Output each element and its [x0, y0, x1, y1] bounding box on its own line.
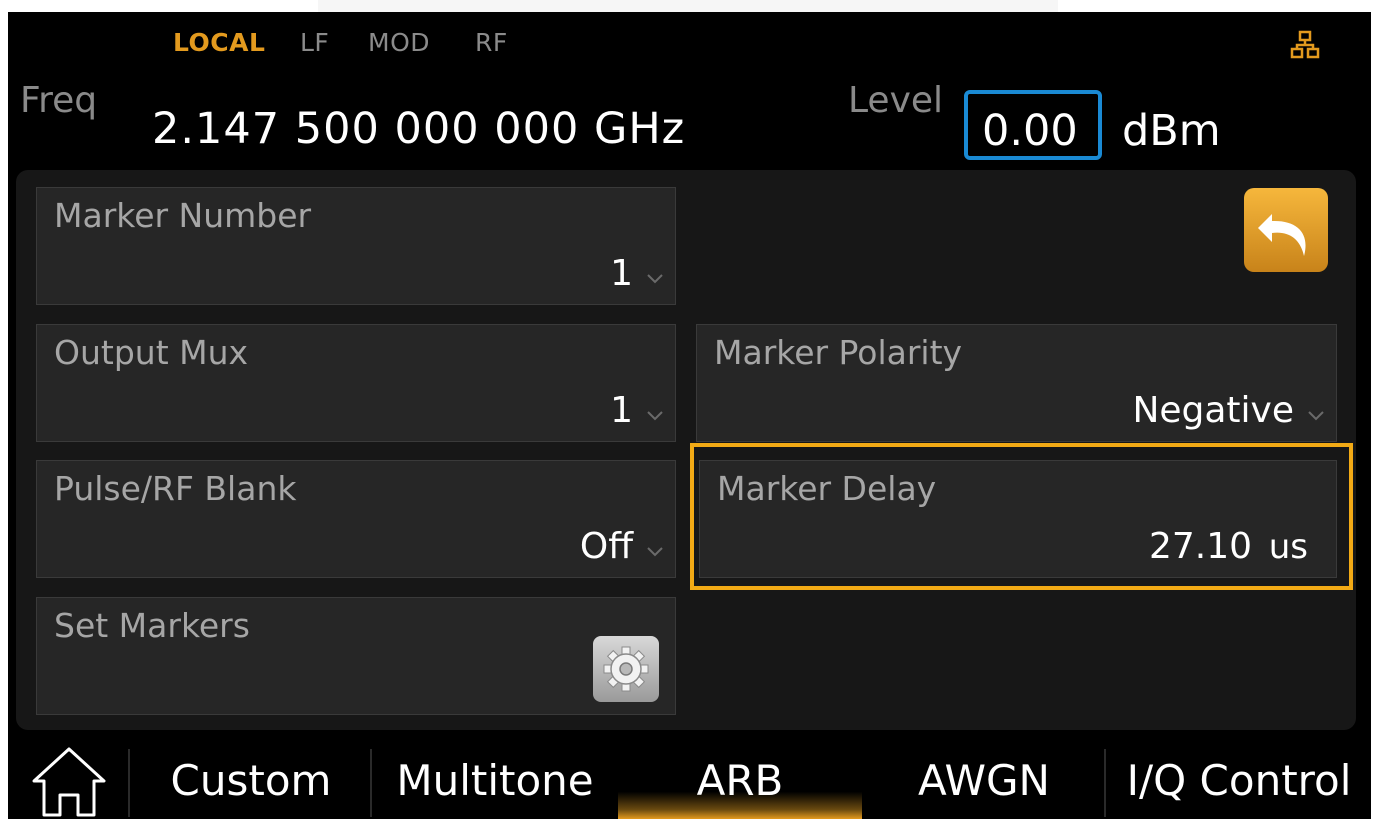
focus-highlight [690, 443, 1353, 590]
gear-icon[interactable] [593, 636, 659, 702]
field-label: Marker Number [54, 196, 312, 235]
status-rf: RF [475, 28, 508, 57]
top-strip [1058, 0, 1379, 12]
status-mod: MOD [368, 28, 430, 57]
home-icon [32, 747, 106, 817]
tab-multitone[interactable]: Multitone [372, 741, 618, 819]
level-unit: dBm [1122, 106, 1221, 156]
chevron-down-icon [647, 411, 663, 421]
chevron-down-icon [1308, 411, 1324, 421]
pulse-rf-blank-dropdown[interactable]: Pulse/RF Blank Off [36, 460, 676, 578]
home-button[interactable] [24, 741, 114, 819]
field-label: Marker Polarity [714, 333, 963, 372]
level-label: Level [848, 80, 944, 121]
tab-bar: Custom Multitone ARB AWGN I/Q Control [0, 741, 1379, 819]
field-value: Negative [1132, 390, 1294, 431]
chevron-down-icon [647, 547, 663, 557]
field-label: Set Markers [54, 606, 250, 645]
field-label: Output Mux [54, 333, 249, 372]
freq-value: 2.147 500 000 000 GHz [152, 104, 686, 154]
back-button[interactable] [1244, 188, 1328, 272]
top-strip [0, 0, 318, 12]
marker-polarity-dropdown[interactable]: Marker Polarity Negative [696, 324, 1337, 442]
tab-separator [128, 749, 130, 817]
tab-iq-control[interactable]: I/Q Control [1106, 741, 1372, 819]
network-icon [1290, 30, 1320, 60]
tab-arb[interactable]: ARB [618, 741, 862, 819]
field-value: Off [579, 526, 633, 567]
field-label: Pulse/RF Blank [54, 469, 297, 508]
field-value: 1 [610, 253, 633, 294]
set-markers-button[interactable]: Set Markers [36, 597, 676, 715]
tab-awgn[interactable]: AWGN [880, 741, 1088, 819]
top-strip [318, 0, 1058, 12]
freq-label: Freq [20, 80, 98, 121]
chevron-down-icon [647, 274, 663, 284]
instrument-screen: LOCAL LF MOD RF Freq 2.147 500 000 000 G… [0, 0, 1379, 819]
marker-number-dropdown[interactable]: Marker Number 1 [36, 187, 676, 305]
level-value: 0.00 [982, 106, 1078, 156]
screen-border-left [0, 0, 8, 819]
status-lf: LF [300, 28, 330, 57]
output-mux-dropdown[interactable]: Output Mux 1 [36, 324, 676, 442]
back-arrow-icon [1258, 214, 1306, 256]
field-value: 1 [610, 390, 633, 431]
screen-border-right [1371, 0, 1379, 819]
status-local: LOCAL [173, 28, 266, 57]
tab-custom[interactable]: Custom [140, 741, 362, 819]
